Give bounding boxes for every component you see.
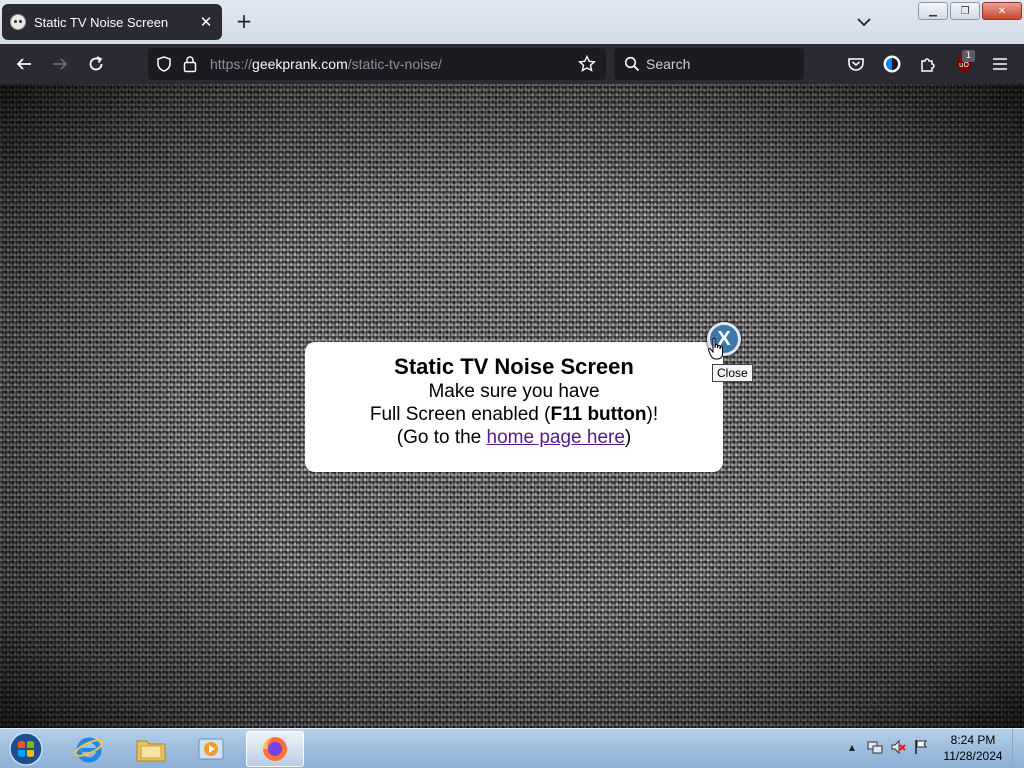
navigation-toolbar: https://geekprank.com/static-tv-noise/ S…	[0, 44, 1024, 84]
window-controls: ▁ ❐ ✕	[918, 2, 1022, 20]
extensions-puzzle-icon[interactable]	[916, 52, 940, 76]
info-dialog: Static TV Noise Screen Make sure you hav…	[305, 342, 723, 472]
list-all-tabs-chevron-icon[interactable]	[852, 12, 876, 32]
extension-badge: 1	[962, 50, 975, 62]
address-bar[interactable]: https://geekprank.com/static-tv-noise/	[148, 48, 606, 80]
lock-icon[interactable]	[182, 55, 198, 77]
new-tab-button[interactable]: +	[232, 10, 256, 34]
file-explorer-folder-icon[interactable]	[122, 731, 180, 767]
line2-suffix: )!	[646, 404, 659, 425]
clock-date: 11/28/2024	[943, 749, 1003, 763]
hand-cursor-icon	[707, 337, 725, 361]
close-tooltip: Close	[712, 364, 753, 382]
shield-icon[interactable]	[156, 56, 172, 76]
search-box[interactable]: Search	[614, 48, 804, 80]
restore-button[interactable]: ❐	[950, 2, 980, 20]
windows-taskbar: ▲ 8:24 PM 11/28/2024	[0, 728, 1024, 768]
dialog-title: Static TV Noise Screen	[394, 354, 634, 379]
pocket-icon[interactable]	[844, 52, 868, 76]
line3-suffix: )	[624, 427, 632, 448]
firefox-account-icon[interactable]	[880, 52, 904, 76]
menu-hamburger-icon[interactable]	[988, 52, 1012, 76]
internet-explorer-icon[interactable]	[60, 731, 118, 767]
tab-strip: Static TV Noise Screen ✕ + ▁ ❐ ✕	[0, 0, 1024, 44]
dialog-line-1: Make sure you have	[428, 381, 600, 402]
svg-text:uO: uO	[959, 61, 969, 69]
url-scheme: https://	[210, 56, 253, 72]
back-arrow-icon[interactable]	[12, 52, 36, 76]
f11-label: F11 button	[550, 404, 647, 425]
troll-face-favicon-icon	[10, 14, 26, 30]
url-text: https://geekprank.com/static-tv-noise/	[210, 56, 442, 72]
system-tray: ▲	[844, 739, 929, 755]
start-button-windows-orb-icon[interactable]	[6, 730, 46, 768]
search-placeholder: Search	[646, 56, 691, 72]
static-noise-background: Static TV Noise Screen Make sure you hav…	[0, 84, 1024, 728]
forward-arrow-icon[interactable]	[48, 52, 72, 76]
action-center-flag-icon[interactable]	[913, 739, 929, 755]
minimize-button[interactable]: ▁	[918, 2, 948, 20]
tab-close-icon[interactable]: ✕	[198, 13, 214, 31]
firefox-taskbar-button[interactable]	[246, 731, 304, 767]
dialog-line-2: Full Screen enabled (F11 button)!	[305, 403, 723, 426]
reload-icon[interactable]	[84, 52, 108, 76]
tab-title: Static TV Noise Screen	[34, 14, 169, 30]
search-icon	[624, 56, 640, 76]
firefox-icon	[263, 737, 287, 761]
bookmark-star-icon[interactable]	[577, 54, 597, 77]
line3-prefix: (Go to the	[396, 427, 487, 448]
show-hidden-icons-arrow[interactable]: ▲	[844, 739, 860, 755]
browser-tab[interactable]: Static TV Noise Screen ✕	[2, 4, 222, 40]
volume-muted-icon[interactable]	[890, 739, 906, 755]
dialog-line-3: (Go to the home page here)	[305, 426, 723, 449]
media-player-icon[interactable]	[182, 731, 240, 767]
home-page-link[interactable]: home page here	[487, 427, 625, 448]
url-host: geekprank.com	[252, 56, 348, 72]
url-path: /static-tv-noise/	[347, 56, 442, 72]
system-clock[interactable]: 8:24 PM 11/28/2024	[938, 732, 1008, 764]
show-desktop-button[interactable]	[1012, 729, 1024, 768]
close-window-button[interactable]: ✕	[982, 2, 1022, 20]
line2-prefix: Full Screen enabled (	[369, 404, 551, 425]
clock-time: 8:24 PM	[950, 733, 996, 747]
network-icon[interactable]	[867, 739, 883, 755]
